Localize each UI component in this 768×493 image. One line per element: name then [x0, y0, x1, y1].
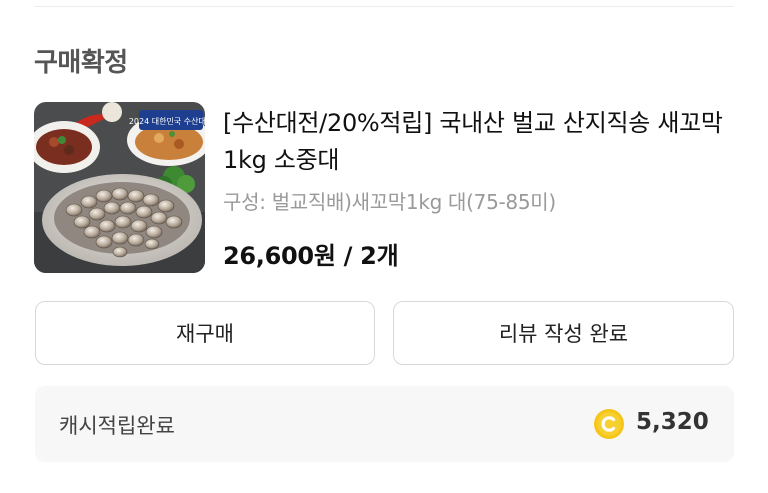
- product-name[interactable]: [수산대전/20%적립] 국내산 벌교 산지직송 새꼬막 1kg 소중대: [223, 105, 738, 179]
- cashback-amount: 5,320: [636, 409, 709, 435]
- review-complete-button[interactable]: 리뷰 작성 완료: [393, 301, 734, 365]
- product-price: 26,600원 / 2개: [223, 242, 399, 270]
- thumbnail-badge: 2024 대한민국 수산대전: [129, 116, 205, 126]
- order-item-card: 구매확정 2024 대한민국 수산대전 [수산대전/20%적립] 국내산 벌교 …: [0, 0, 768, 493]
- coin-icon: [594, 409, 624, 439]
- product-option: 구성: 벌교직배)새꼬막1kg 대(75-85미): [223, 190, 556, 214]
- product-thumbnail[interactable]: 2024 대한민국 수산대전: [34, 102, 205, 273]
- rebuy-button[interactable]: 재구매: [35, 301, 375, 365]
- divider: [34, 6, 734, 7]
- product-image: 2024 대한민국 수산대전: [34, 102, 205, 273]
- cashback-label: 캐시적립완료: [59, 414, 175, 438]
- order-status-title: 구매확정: [34, 48, 128, 78]
- cashback-box: 캐시적립완료 5,320: [35, 386, 734, 462]
